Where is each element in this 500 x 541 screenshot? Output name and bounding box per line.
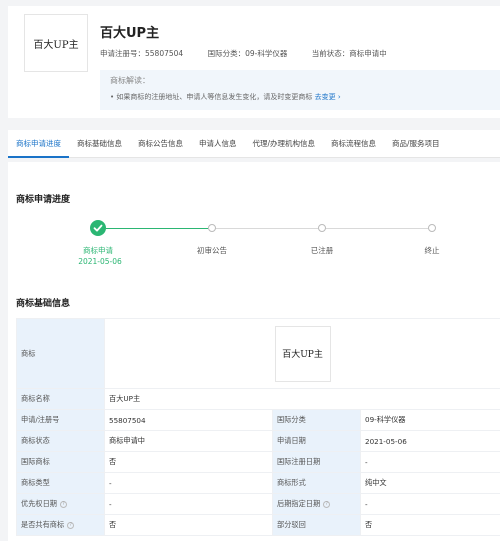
cell-value: 55807504: [104, 409, 273, 431]
progress-track-2: [324, 228, 428, 229]
step-label-registered: 已注册: [310, 246, 334, 255]
tab-applicant[interactable]: 申请人信息: [191, 130, 245, 158]
step-label-terminated: 终止: [424, 246, 440, 255]
cell-value: -: [359, 493, 500, 515]
name-value: 百大UP主: [103, 388, 500, 410]
step-label-publication: 初审公告: [197, 246, 227, 255]
trademark-logo: 百大UP主: [24, 14, 88, 72]
table-row: 商标类型 - 商标形式 纯中文: [16, 472, 500, 494]
help-icon[interactable]: ?: [323, 500, 331, 508]
table-row: 商标状态 商标申请中 申请日期 2021-05-06: [16, 430, 500, 452]
trademark-image: 百大UP主: [274, 325, 331, 382]
table-row: 国际商标 否 国际注册日期 -: [16, 451, 500, 473]
tip-message: • 如果商标的注册地址、申请人等信息发生变化，请及时变更商标: [110, 93, 313, 101]
step-dot-registered: [318, 224, 326, 232]
interpretation-tip: 商标解读： • 如果商标的注册地址、申请人等信息发生变化，请及时变更商标 去变更…: [100, 70, 500, 110]
tab-bar: 商标申请进度 商标基础信息 商标公告信息 申请人信息 代理/办理机构信息 商标流…: [8, 130, 500, 158]
cell-key: 后期指定日期?: [272, 493, 361, 515]
trademark-header: 百大UP主 百大UP主 申请注册号：55807504 国际分类：09-科学仪器 …: [8, 6, 500, 118]
tab-agency[interactable]: 代理/办理机构信息: [245, 130, 324, 158]
cell-value: 商标申请中: [104, 430, 273, 452]
cell-key: 商标形式: [272, 472, 361, 494]
designation-date-label: 后期指定日期: [277, 499, 321, 508]
step-dot-publication: [208, 224, 216, 232]
progress-title: 商标申请进度: [16, 195, 71, 205]
progress-track-done: [106, 228, 208, 229]
progress-tracker: 商标申请 2021-05-06 初审公告 已注册 终止: [8, 210, 500, 270]
tab-announcement[interactable]: 商标公告信息: [130, 130, 191, 158]
cell-key: 部分驳回: [272, 514, 361, 536]
change-link[interactable]: 去变更 ›: [315, 93, 341, 101]
main-content: 商标申请进度 商标申请 2021-05-06 初审公告 已注册 终止 商标基础信…: [8, 162, 500, 541]
cell-key: 申请日期: [272, 430, 361, 452]
cell-value: -: [359, 451, 500, 473]
cell-value: 否: [359, 514, 500, 536]
trademark-title: 百大UP主: [100, 26, 160, 41]
cell-key: 国际分类: [272, 409, 361, 431]
help-icon[interactable]: ?: [59, 500, 67, 508]
cell-value: 纯中文: [359, 472, 500, 494]
progress-track-1: [214, 228, 318, 229]
cell-key: 优先权日期?: [16, 493, 105, 515]
step-date-application: 2021-05-06: [78, 257, 122, 266]
table-row-logo: 商标 百大UP主: [16, 318, 500, 389]
trademark-meta: 申请注册号：55807504 国际分类：09-科学仪器 当前状态：商标申请中: [100, 48, 409, 59]
cell-value: 否: [104, 514, 273, 536]
shared-mark-label: 是否共有商标: [21, 520, 65, 529]
tab-progress[interactable]: 商标申请进度: [8, 130, 69, 158]
cell-value: 09-科学仪器: [359, 409, 500, 431]
tip-title: 商标解读：: [110, 76, 150, 85]
step-dot-terminated: [428, 224, 436, 232]
table-row: 申请/注册号 55807504 国际分类 09-科学仪器: [16, 409, 500, 431]
table-row: 是否共有商标? 否 部分驳回 否: [16, 514, 500, 536]
step-label-application: 商标申请: [83, 246, 113, 255]
cell-value: 否: [104, 451, 273, 473]
tab-basic-info[interactable]: 商标基础信息: [69, 130, 130, 158]
basic-info-table: 商标 百大UP主 商标名称 百大UP主 申请/注册号 55807504 国际分类…: [16, 318, 500, 536]
logo-cell: 百大UP主: [103, 318, 500, 389]
current-status: 当前状态：商标申请中: [311, 49, 387, 58]
intl-class: 国际分类：09-科学仪器: [207, 49, 288, 58]
tab-process[interactable]: 商标流程信息: [323, 130, 384, 158]
reg-number: 申请注册号：55807504: [100, 49, 184, 58]
cell-key: 申请/注册号: [16, 409, 105, 431]
tip-text: • 如果商标的注册地址、申请人等信息发生变化，请及时变更商标 去变更 ›: [110, 92, 490, 102]
check-icon: [90, 220, 106, 236]
name-label: 商标名称: [16, 388, 105, 410]
help-icon[interactable]: ?: [67, 521, 75, 529]
cell-key: 是否共有商标?: [16, 514, 105, 536]
cell-key: 国际注册日期: [272, 451, 361, 473]
page: 百大UP主 百大UP主 申请注册号：55807504 国际分类：09-科学仪器 …: [0, 0, 500, 541]
cell-value: 2021-05-06: [359, 430, 500, 452]
cell-key: 商标类型: [16, 472, 105, 494]
priority-date-label: 优先权日期: [21, 499, 57, 508]
tab-goods-services[interactable]: 商品/服务项目: [384, 130, 448, 158]
table-row-name: 商标名称 百大UP主: [16, 388, 500, 410]
cell-value: -: [104, 472, 273, 494]
basic-info-title: 商标基础信息: [16, 299, 71, 309]
cell-key: 国际商标: [16, 451, 105, 473]
cell-key: 商标状态: [16, 430, 105, 452]
cell-value: -: [104, 493, 273, 515]
table-row: 优先权日期? - 后期指定日期? -: [16, 493, 500, 515]
logo-label: 商标: [16, 318, 105, 389]
